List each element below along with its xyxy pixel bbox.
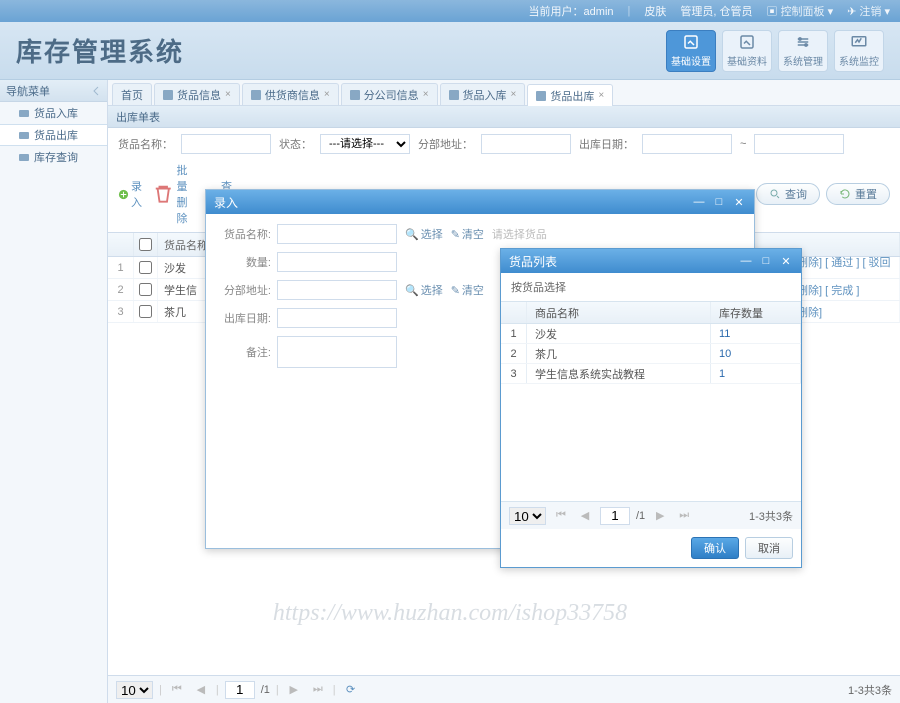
close-icon[interactable]: × — [324, 89, 330, 100]
filter-status-label: 状态： — [279, 136, 312, 152]
close-icon[interactable]: × — [598, 90, 604, 101]
skin-link[interactable]: 皮肤 — [644, 3, 666, 19]
ok-button[interactable]: 确认 — [691, 537, 739, 559]
list-item[interactable]: 3学生信息系统实战教程1 — [501, 364, 801, 384]
prev-page-button[interactable]: ◀ — [576, 507, 594, 525]
filter-name-label: 货品名称： — [118, 136, 173, 152]
select-link[interactable]: 🔍 选择 — [405, 226, 443, 242]
pager-summary: 1-3共3条 — [848, 682, 892, 698]
minimize-icon[interactable]: — — [739, 254, 753, 268]
nav-item-outbound[interactable]: 货品出库 — [0, 124, 107, 146]
dialog-subtitle: 按货品选择 — [501, 273, 801, 301]
entry-date-input[interactable] — [277, 308, 397, 328]
nav-item-inbound[interactable]: 货品入库 — [0, 102, 107, 124]
tab-outbound[interactable]: 货品出库× — [527, 84, 613, 106]
tab-goods-info[interactable]: 货品信息× — [154, 83, 240, 105]
first-page-button[interactable]: ⏮ — [552, 507, 570, 525]
tab-inbound[interactable]: 货品入库× — [440, 83, 526, 105]
close-icon[interactable]: × — [423, 89, 429, 100]
filter-bar: 货品名称： 状态： ---请选择--- 分部地址： 出库日期： ~ — [108, 128, 900, 160]
select-link[interactable]: 🔍 选择 — [405, 282, 443, 298]
row-checkbox[interactable] — [139, 305, 152, 318]
next-page-button[interactable]: ▶ — [651, 507, 669, 525]
tool-base-settings[interactable]: 基础设置 — [666, 30, 716, 72]
page-input[interactable] — [225, 681, 255, 699]
goods-list-dialog: 货品列表 — □ ✕ 按货品选择 商品名称 库存数量 1沙发11 2茶几10 3… — [500, 248, 802, 568]
minimize-icon[interactable]: — — [692, 195, 706, 209]
header: 库存管理系统 基础设置 基础资料 系统管理 系统监控 — [0, 22, 900, 80]
goods-mini-grid: 商品名称 库存数量 1沙发11 2茶几10 3学生信息系统实战教程1 10 ⏮ … — [501, 301, 801, 529]
filter-name-input[interactable] — [181, 134, 271, 154]
panel-title: 出库单表 — [108, 106, 900, 128]
maximize-icon[interactable]: □ — [712, 195, 726, 209]
filter-addr-input[interactable] — [481, 134, 571, 154]
row-checkbox[interactable] — [139, 283, 152, 296]
row-checkbox[interactable] — [139, 261, 152, 274]
logout-link[interactable]: ✈ 注销 ▾ — [847, 3, 890, 19]
next-page-button[interactable]: ▶ — [285, 681, 303, 699]
refresh-button[interactable]: ⟳ — [342, 681, 360, 699]
header-tools: 基础设置 基础资料 系统管理 系统监控 — [666, 30, 884, 72]
collapse-icon[interactable] — [91, 86, 101, 96]
page-size-select[interactable]: 10 — [509, 507, 546, 525]
row-ops[interactable]: [删除] [ 通过 ] [ 驳回 ] — [794, 254, 893, 282]
tab-bar: 首页 货品信息× 供货商信息× 分公司信息× 货品入库× 货品出库× — [108, 80, 900, 106]
dialog-title-bar[interactable]: 货品列表 — □ ✕ — [501, 249, 801, 273]
tool-sys-manage[interactable]: 系统管理 — [778, 30, 828, 72]
tab-home[interactable]: 首页 — [112, 83, 152, 105]
tab-supplier-info[interactable]: 供货商信息× — [242, 83, 339, 105]
close-icon[interactable]: × — [511, 89, 517, 100]
page-input[interactable] — [600, 507, 630, 525]
app-title: 库存管理系统 — [16, 32, 184, 69]
maximize-icon[interactable]: □ — [759, 254, 773, 268]
tab-branch-info[interactable]: 分公司信息× — [341, 83, 438, 105]
nav-sidebar: 导航菜单 货品入库 货品出库 库存查询 — [0, 80, 108, 703]
reset-button[interactable]: 重置 — [826, 183, 890, 205]
last-page-button[interactable]: ⏭ — [309, 681, 327, 699]
pager-summary: 1-3共3条 — [749, 508, 793, 524]
dashboard-link[interactable]: ▣ 控制面板 ▾ — [767, 3, 834, 19]
page-size-select[interactable]: 10 — [116, 681, 153, 699]
close-icon[interactable]: ✕ — [779, 254, 793, 268]
nav-item-stock-query[interactable]: 库存查询 — [0, 146, 107, 168]
tool-sys-monitor[interactable]: 系统监控 — [834, 30, 884, 72]
clear-link[interactable]: ✎ 清空 — [451, 226, 484, 242]
close-icon[interactable]: ✕ — [732, 195, 746, 209]
filter-addr-label: 分部地址： — [418, 136, 473, 152]
entry-qty-input[interactable] — [277, 252, 397, 272]
select-all-checkbox[interactable] — [139, 238, 152, 251]
entry-addr-input[interactable] — [277, 280, 397, 300]
role-text: 管理员, 仓管员 — [680, 3, 752, 19]
trash-icon — [152, 183, 174, 205]
dialog-pager: 10 ⏮ ◀ /1 ▶ ⏭ 1-3共3条 — [501, 501, 801, 529]
pick-hint: 请选择货品 — [492, 226, 547, 242]
clear-link[interactable]: ✎ 清空 — [451, 282, 484, 298]
tool-base-data[interactable]: 基础资料 — [722, 30, 772, 72]
filter-date-from[interactable] — [642, 134, 732, 154]
refresh-icon — [839, 188, 851, 200]
list-item[interactable]: 2茶几10 — [501, 344, 801, 364]
top-bar: 当前用户：admin | 皮肤 管理员, 仓管员 ▣ 控制面板 ▾ ✈ 注销 ▾ — [0, 0, 900, 22]
prev-page-button[interactable]: ◀ — [192, 681, 210, 699]
filter-date-to[interactable] — [754, 134, 844, 154]
nav-title: 导航菜单 — [0, 80, 107, 102]
cancel-button[interactable]: 取消 — [745, 537, 793, 559]
welcome-text: 当前用户：admin — [529, 3, 614, 19]
filter-status-select[interactable]: ---请选择--- — [320, 134, 410, 154]
first-page-button[interactable]: ⏮ — [168, 681, 186, 699]
row-ops[interactable]: [删除] [ 完成 ] — [794, 282, 859, 298]
plus-icon — [118, 189, 129, 200]
close-icon[interactable]: × — [225, 89, 231, 100]
main-pager: 10 | ⏮ ◀ | /1 | ▶ ⏭ | ⟳ 1-3共3条 — [108, 675, 900, 703]
list-item[interactable]: 1沙发11 — [501, 324, 801, 344]
search-button[interactable]: 查询 — [756, 183, 820, 205]
dialog-title-bar[interactable]: 录入 — □ ✕ — [206, 190, 754, 214]
last-page-button[interactable]: ⏭ — [675, 507, 693, 525]
batch-delete-button[interactable]: 批量删除 — [152, 162, 198, 226]
add-button[interactable]: 录入 — [118, 162, 142, 226]
entry-name-input[interactable] — [277, 224, 397, 244]
entry-remark-input[interactable] — [277, 336, 397, 368]
filter-date-label: 出库日期： — [579, 136, 634, 152]
search-icon — [769, 188, 781, 200]
